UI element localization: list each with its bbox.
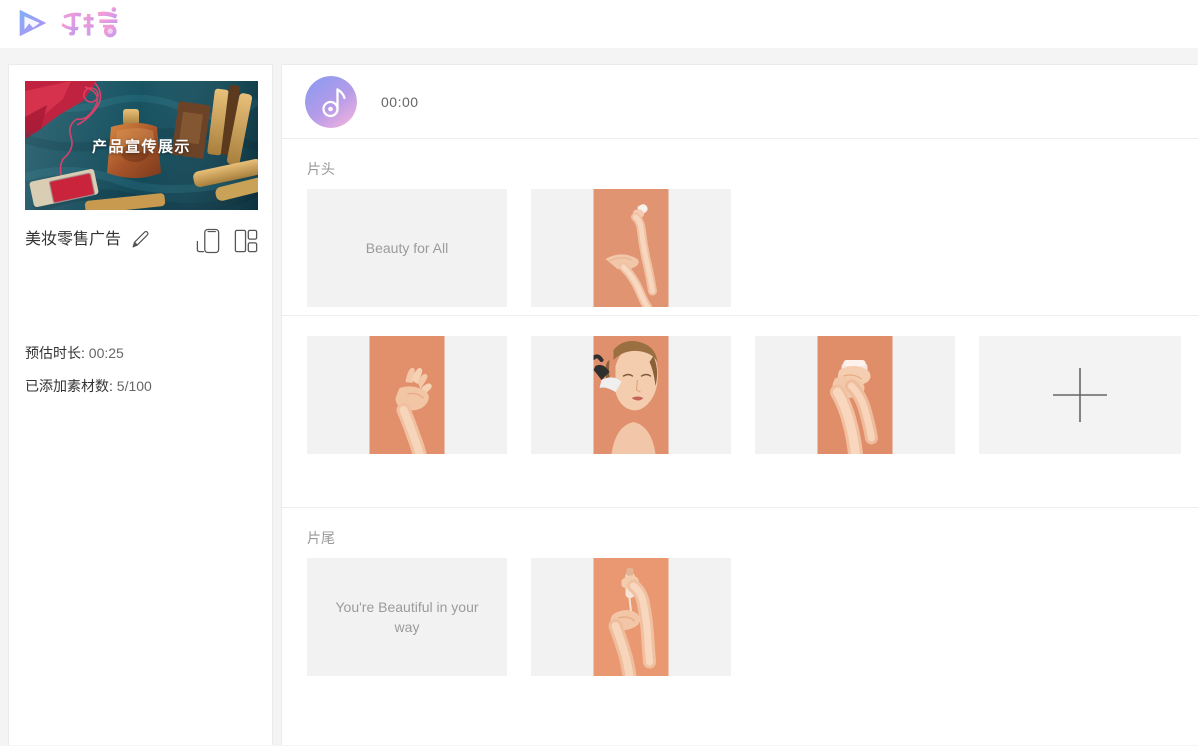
estimated-duration-value: 00:25 (88, 345, 124, 361)
storyboard-card[interactable]: Beauty for All (307, 189, 507, 307)
storyboard-card[interactable] (755, 336, 955, 454)
estimated-duration-label: 预估时长: (25, 345, 85, 361)
thumbnail-overlay-text: 产品宣传展示 (91, 138, 191, 155)
section-body (282, 316, 1198, 508)
section-head: 片头 Beauty for All (282, 139, 1198, 316)
brand-logo[interactable] (14, 4, 130, 42)
card-text: You're Beautiful in your way (335, 598, 479, 635)
project-title-row: 美妆零售广告 (25, 226, 258, 254)
hand-gesture-image (369, 336, 445, 454)
storyboard-panel: 00:00 片头 Beauty for All 片尾 You're Beauti… (281, 64, 1198, 745)
storyboard-card[interactable] (307, 336, 507, 454)
material-count: 已添加素材数: 5/100 (25, 376, 152, 396)
hand-product-drop-image (593, 189, 669, 307)
section-head-label: 片头 (307, 161, 335, 177)
project-thumbnail[interactable]: 产品宣传展示 (25, 81, 258, 210)
estimated-duration: 预估时长: 00:25 (25, 343, 124, 363)
ratio-options (196, 228, 258, 254)
storyboard-card[interactable] (531, 189, 731, 307)
material-count-value: 5/100 (116, 378, 152, 394)
music-duration: 00:00 (381, 93, 419, 110)
music-note-icon[interactable] (305, 75, 357, 128)
storyboard-card[interactable] (531, 558, 731, 676)
play-triangle-logo-icon (19, 9, 47, 37)
storyboard-card[interactable] (531, 336, 731, 454)
hands-serum-dropper-image (593, 558, 669, 676)
app-header (0, 0, 1198, 48)
hands-cream-jar-image (817, 336, 893, 454)
card-text: Beauty for All (365, 239, 449, 256)
project-sidebar: 产品宣传展示 美妆零售广告 预估时长: 00:25 已添加素材数: 5/100 (8, 64, 273, 745)
section-tail-cards: You're Beautiful in your way (307, 558, 731, 676)
woman-makeup-brush-image (593, 336, 669, 454)
section-body-cards (307, 336, 1181, 454)
section-tail: 片尾 You're Beautiful in your way (282, 508, 1198, 746)
add-material-button[interactable] (979, 336, 1181, 454)
pencil-edit-icon[interactable] (129, 229, 151, 251)
material-count-label: 已添加素材数: (25, 378, 113, 394)
brand-wordmark-icon (61, 7, 118, 38)
section-tail-label: 片尾 (307, 530, 335, 546)
storyboard-card[interactable]: You're Beautiful in your way (307, 558, 507, 676)
project-title: 美妆零售广告 (25, 231, 122, 248)
layout-grid-ratio-icon[interactable] (234, 228, 258, 254)
page-body: 产品宣传展示 美妆零售广告 预估时长: 00:25 已添加素材数: 5/100 … (0, 48, 1198, 745)
plus-add-material-icon (1053, 368, 1107, 422)
music-row: 00:00 (282, 65, 1198, 139)
section-head-cards: Beauty for All (307, 189, 731, 307)
phone-portrait-ratio-icon[interactable] (196, 228, 220, 254)
